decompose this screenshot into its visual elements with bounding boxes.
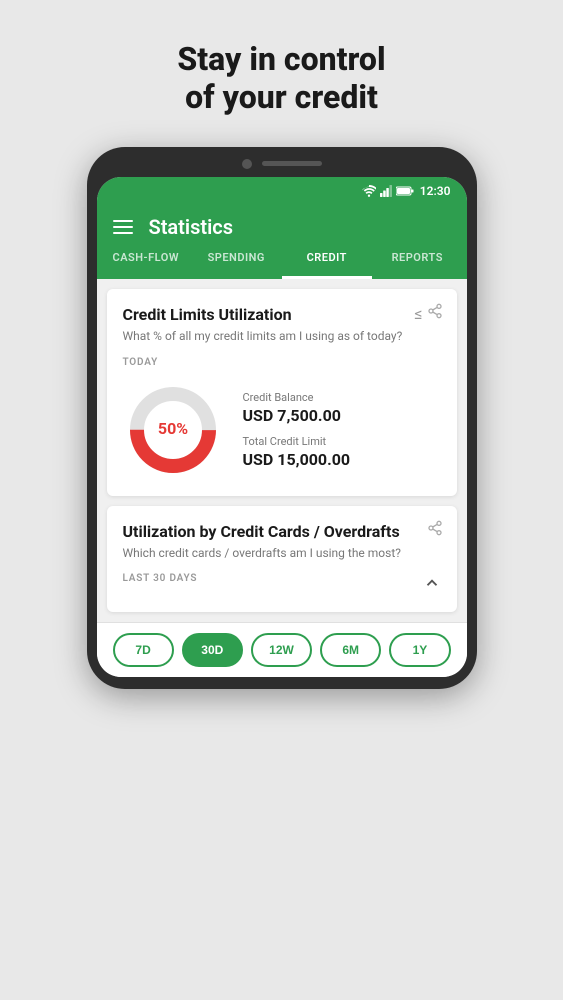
phone-camera [242,159,252,169]
card2-section-label: LAST 30 DAYS [123,573,198,584]
tab-spending[interactable]: SPENDING [191,239,282,279]
wifi-icon [362,185,376,197]
share-icon-2[interactable] [427,520,443,540]
card1-section-label: TODAY [123,357,441,368]
time-btn-1y[interactable]: 1Y [389,633,450,667]
credit-utilization-card: ≤ Credit Limits Utilization What % of al… [107,289,457,496]
utilization-by-cards-card: Utilization by Credit Cards / Overdrafts… [107,506,457,613]
app-header: Statistics [97,205,467,239]
total-limit-value: USD 15,000.00 [243,450,441,469]
time-btn-12w[interactable]: 12W [251,633,312,667]
time-btn-30d[interactable]: 30D [182,633,243,667]
header-title: Statistics [149,215,234,239]
phone-screen: 12:30 Statistics CASH-FLOW SPENDING CRED… [97,177,467,678]
tab-cashflow[interactable]: CASH-FLOW [101,239,192,279]
card1-subtitle: What % of all my credit limits am I usin… [123,328,441,345]
share-icon[interactable]: ≤ [412,303,443,323]
hamburger-menu-icon[interactable] [113,220,133,234]
card1-title: Credit Limits Utilization [123,305,441,324]
phone-device: 12:30 Statistics CASH-FLOW SPENDING CRED… [87,147,477,690]
card2-bottom: LAST 30 DAYS [123,573,441,596]
status-time: 12:30 [420,184,451,198]
page-headline: Stay in control of your credit [177,40,385,117]
svg-text:50%: 50% [157,419,187,438]
credit-balance-label: Credit Balance [243,391,441,404]
tab-credit[interactable]: CREDIT [282,239,373,279]
content-area: ≤ Credit Limits Utilization What % of al… [97,279,467,623]
credit-stats: Credit Balance USD 7,500.00 Total Credit… [243,391,441,469]
phone-speaker [262,161,322,166]
time-btn-7d[interactable]: 7D [113,633,174,667]
credit-balance-value: USD 7,500.00 [243,406,441,425]
card2-title: Utilization by Credit Cards / Overdrafts [123,522,441,541]
tab-reports[interactable]: REPORTS [372,239,463,279]
chevron-up-icon[interactable] [423,574,441,596]
battery-icon [396,186,414,196]
card2-subtitle: Which credit cards / overdrafts am I usi… [123,545,441,562]
status-bar: 12:30 [97,177,467,205]
signal-icon [380,185,392,197]
status-icons [362,185,414,197]
total-limit-label: Total Credit Limit [243,435,441,448]
time-nav-bar: 7D 30D 12W 6M 1Y [97,622,467,677]
credit-utilization-body: 50% Credit Balance USD 7,500.00 Total Cr… [123,380,441,480]
phone-top-bar [97,159,467,169]
time-btn-6m[interactable]: 6M [320,633,381,667]
donut-chart: 50% [123,380,223,480]
nav-tabs: CASH-FLOW SPENDING CREDIT REPORTS [97,239,467,279]
